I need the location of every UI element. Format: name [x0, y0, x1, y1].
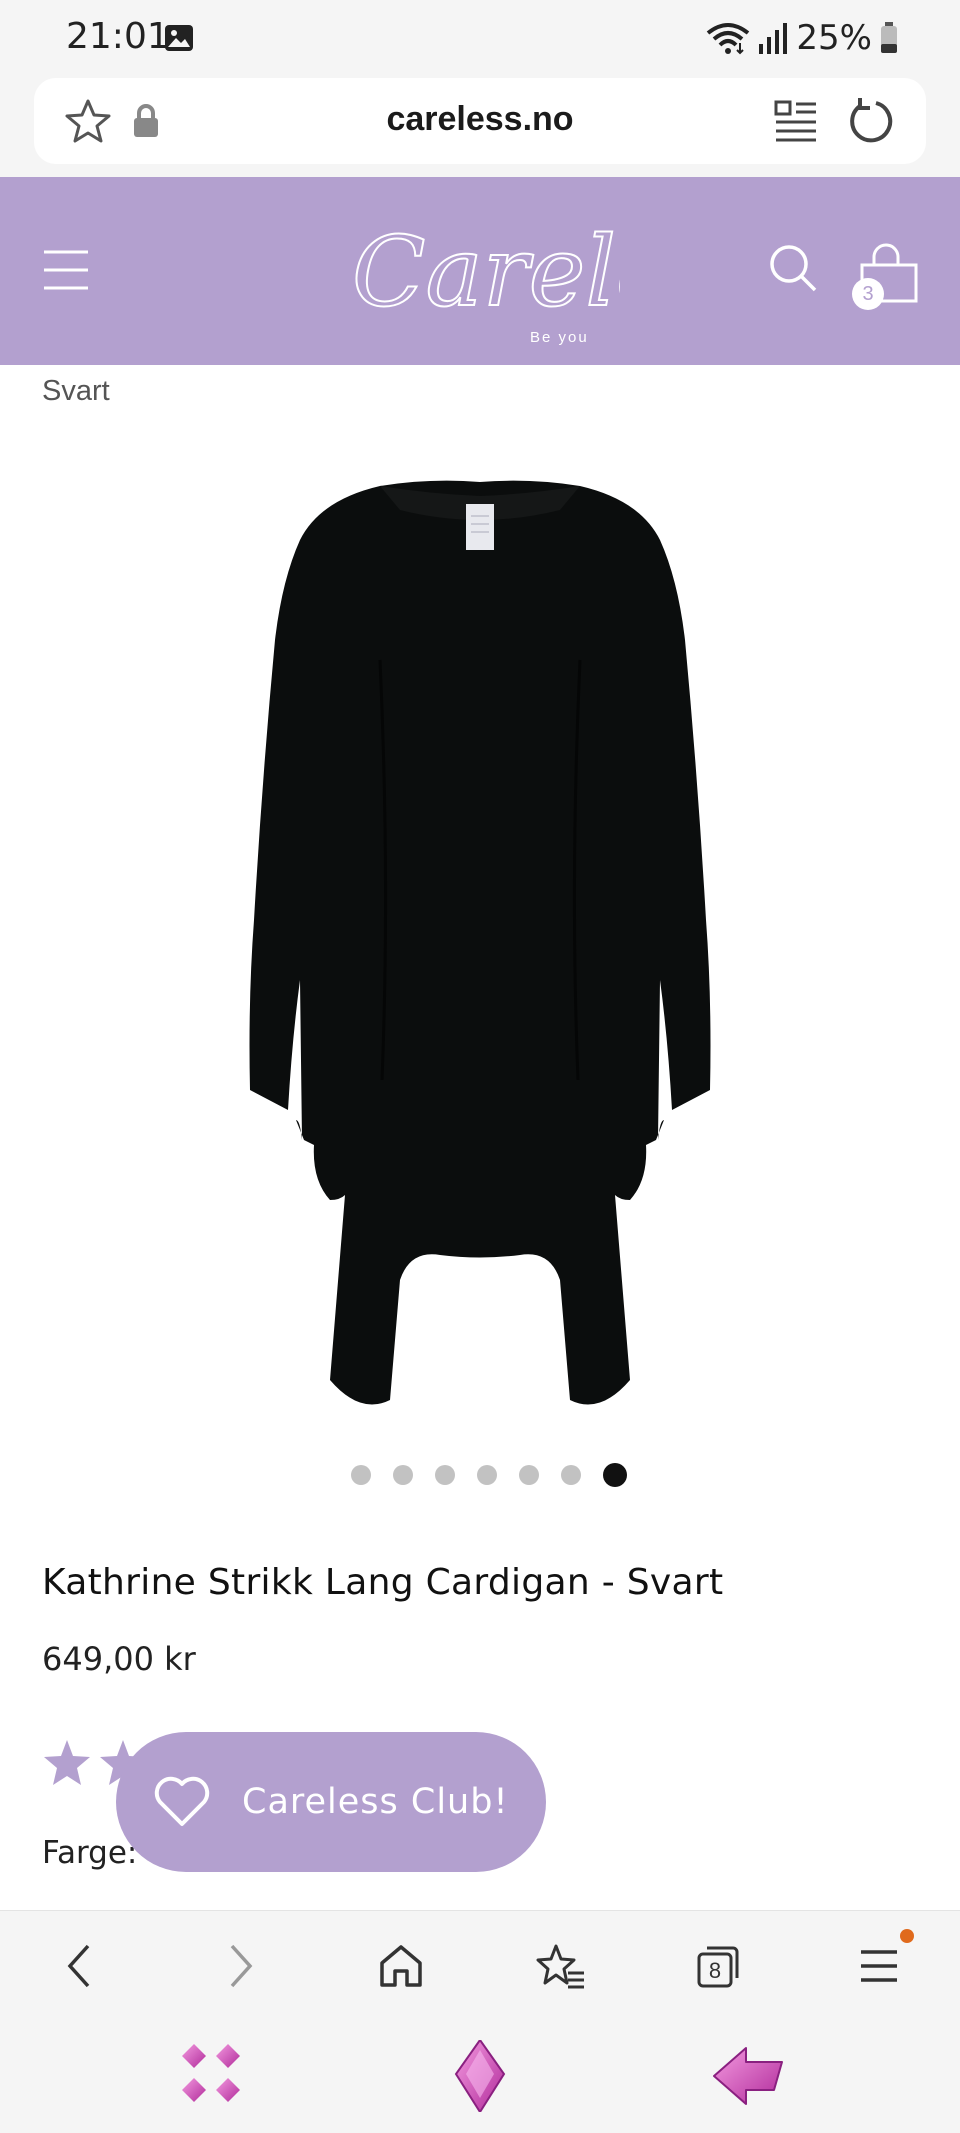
reload-icon[interactable]: [846, 94, 896, 148]
careless-logo[interactable]: Careless Be you: [340, 197, 620, 347]
recent-apps-icon[interactable]: [174, 2040, 250, 2112]
carousel-dot[interactable]: [351, 1465, 371, 1485]
heart-icon: [154, 1776, 210, 1826]
reader-mode-icon[interactable]: [774, 98, 818, 144]
carousel-dot[interactable]: [561, 1465, 581, 1485]
product-price: 649,00 kr: [42, 1640, 196, 1678]
status-time: 21:01: [66, 16, 170, 57]
browser-menu-icon[interactable]: [848, 1935, 910, 1997]
back-arrow-icon[interactable]: [710, 2040, 786, 2112]
tabs-icon[interactable]: 8: [688, 1935, 750, 1997]
careless-club-button[interactable]: Careless Club!: [116, 1732, 546, 1872]
color-label: Farge:: [42, 1835, 138, 1871]
browser-toolbar: 8: [0, 1910, 960, 2020]
carousel-dot[interactable]: [393, 1465, 413, 1485]
image-icon: [165, 25, 193, 51]
search-icon[interactable]: [768, 243, 818, 293]
battery-percentage: 25%: [796, 18, 872, 58]
product-title: Kathrine Strikk Lang Cardigan - Svart: [42, 1562, 724, 1603]
menu-notification-dot: [900, 1929, 914, 1943]
image-carousel-dots: [0, 1460, 960, 1490]
product-page: Svart Kathrine Strikk Lang Cardigan - Sv…: [0, 365, 960, 1910]
home-diamond-icon[interactable]: [442, 2040, 518, 2112]
cart-count-badge[interactable]: 3: [852, 278, 884, 310]
carousel-dot-active[interactable]: [603, 1463, 627, 1487]
bookmarks-icon[interactable]: [530, 1935, 592, 1997]
back-icon[interactable]: [48, 1935, 110, 1997]
carousel-dot[interactable]: [435, 1465, 455, 1485]
tabs-count: 8: [709, 1958, 721, 1983]
variant-label: Svart: [42, 375, 110, 407]
logo-tagline: Be you: [530, 329, 589, 346]
site-header: Careless Be you: [0, 177, 960, 365]
home-icon[interactable]: [370, 1935, 432, 1997]
product-image[interactable]: [240, 480, 720, 1415]
careless-club-label: Careless Club!: [242, 1782, 509, 1822]
logo-text: Careless: [352, 216, 620, 328]
carousel-dot[interactable]: [477, 1465, 497, 1485]
signal-icon: [759, 23, 788, 54]
wifi-icon: [707, 23, 750, 55]
system-nav-bar: [0, 2020, 960, 2133]
rating-star-icon: [44, 1740, 90, 1785]
battery-icon: [881, 22, 897, 53]
status-indicators: 25%: [706, 16, 898, 60]
carousel-dot[interactable]: [519, 1465, 539, 1485]
menu-icon[interactable]: [44, 249, 88, 291]
status-bar: 21:01 25%: [0, 0, 960, 76]
address-bar[interactable]: careless.no: [34, 78, 926, 164]
forward-icon[interactable]: [210, 1935, 272, 1997]
